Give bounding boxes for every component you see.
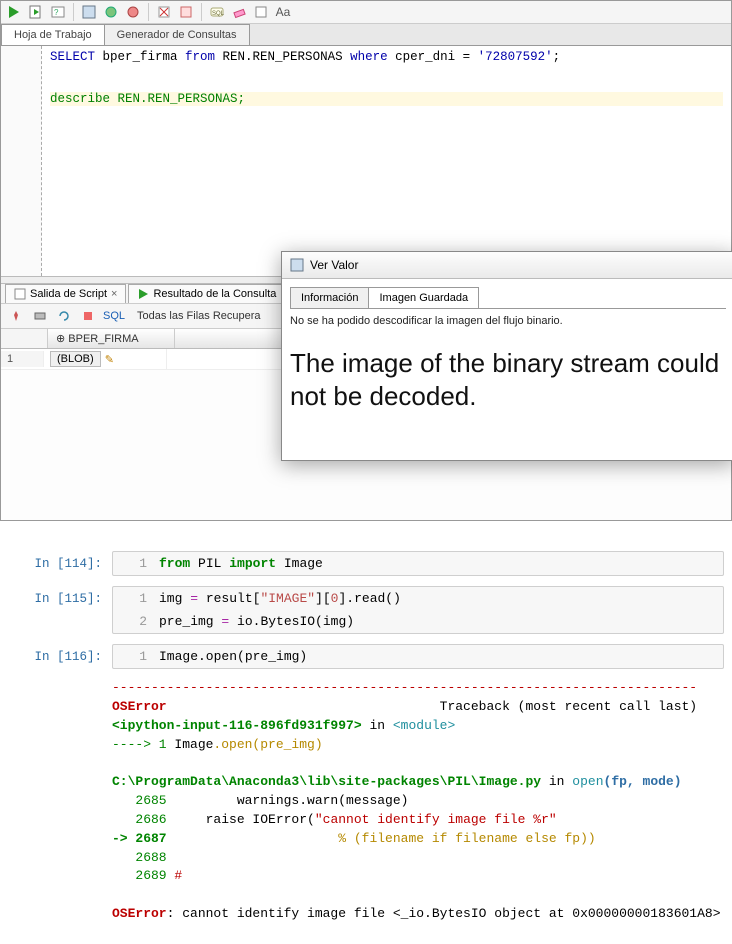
sql-toolbar: ? SQL Aa: [1, 1, 731, 24]
source-line[interactable]: img = result["IMAGE"][0].read(): [153, 587, 407, 610]
tab-script-output[interactable]: Salida de Script ×: [5, 284, 126, 303]
script-icon: [14, 288, 26, 300]
tab-saved-image[interactable]: Imagen Guardada: [368, 287, 479, 308]
print-icon[interactable]: [31, 307, 49, 325]
commit-icon[interactable]: [102, 3, 120, 21]
code-cell[interactable]: In [114]:1from PIL import Image: [8, 551, 724, 576]
view-value-dialog: Ver Valor Información Imagen Guardada No…: [281, 251, 732, 461]
decode-error-status: No se ha podido descodificar la imagen d…: [290, 315, 726, 327]
column-header[interactable]: ⊕ BPER_FIRMA: [48, 329, 175, 348]
eraser-icon[interactable]: [230, 3, 248, 21]
source-line[interactable]: Image.open(pre_img): [153, 645, 313, 668]
close-icon[interactable]: ×: [111, 288, 117, 300]
code-cell[interactable]: In [115]:1img = result["IMAGE"][0].read(…: [8, 586, 724, 634]
jupyter-notebook: In [114]:1from PIL import ImageIn [115]:…: [0, 541, 732, 944]
refresh-icon[interactable]: [55, 307, 73, 325]
unshared-icon[interactable]: [177, 3, 195, 21]
tab-label: Resultado de la Consulta: [153, 288, 276, 300]
out-prompt: [8, 679, 112, 924]
sql-developer-window: ? SQL Aa Hoja de Trabajo Generador de Co…: [0, 0, 732, 521]
clear-icon[interactable]: [155, 3, 173, 21]
pin-icon[interactable]: [7, 307, 25, 325]
sql-code[interactable]: SELECT bper_firma from REN.REN_PERSONAS …: [42, 46, 731, 276]
line-number: 1: [113, 552, 153, 575]
sql-label[interactable]: SQL: [103, 310, 125, 322]
in-prompt: In [114]:: [8, 551, 112, 576]
explain-plan-icon[interactable]: ?: [49, 3, 67, 21]
tab-query-builder[interactable]: Generador de Consultas: [104, 24, 250, 45]
row-number: 1: [1, 351, 44, 367]
tab-info[interactable]: Información: [290, 287, 369, 308]
worksheet-icon[interactable]: [252, 3, 270, 21]
cell-body[interactable]: 1from PIL import Image: [112, 551, 724, 576]
code-cell[interactable]: In [116]:1Image.open(pre_img): [8, 644, 724, 669]
traceback: ----------------------------------------…: [112, 679, 724, 924]
editor-tabstrip: Hoja de Trabajo Generador de Consultas: [1, 24, 731, 46]
source-line[interactable]: from PIL import Image: [153, 552, 329, 575]
edit-icon[interactable]: ✎: [105, 353, 114, 366]
rollback-icon[interactable]: [124, 3, 142, 21]
dialog-body: Información Imagen Guardada No se ha pod…: [282, 279, 732, 460]
dialog-titlebar[interactable]: Ver Valor: [282, 252, 732, 279]
traceback-cell: ----------------------------------------…: [8, 679, 724, 924]
tab-query-result[interactable]: Resultado de la Consulta: [128, 284, 285, 303]
run-icon[interactable]: [5, 3, 23, 21]
line-number: 1: [113, 587, 153, 610]
blob-value: (BLOB): [50, 351, 101, 367]
autotrace-icon[interactable]: [80, 3, 98, 21]
rownum-header: [1, 329, 48, 348]
svg-text:?: ?: [54, 8, 59, 17]
font-icon[interactable]: Aa: [274, 3, 292, 21]
editor-gutter: [1, 46, 42, 276]
in-prompt: In [116]:: [8, 644, 112, 669]
sql-editor[interactable]: SELECT bper_firma from REN.REN_PERSONAS …: [1, 46, 731, 276]
tab-worksheet[interactable]: Hoja de Trabajo: [1, 24, 105, 45]
run-icon: [137, 288, 149, 300]
all-rows-label: Todas las Filas Recupera: [137, 310, 261, 322]
line-number: 2: [113, 610, 153, 633]
line-number: 1: [113, 645, 153, 668]
tab-label: Salida de Script: [30, 288, 107, 300]
source-line[interactable]: pre_img = io.BytesIO(img): [153, 610, 360, 633]
run-script-icon[interactable]: [27, 3, 45, 21]
cell-body[interactable]: 1img = result["IMAGE"][0].read()2pre_img…: [112, 586, 724, 634]
stop-icon[interactable]: [79, 307, 97, 325]
in-prompt: In [115]:: [8, 586, 112, 634]
sql-history-icon[interactable]: SQL: [208, 3, 226, 21]
svg-text:SQL: SQL: [212, 11, 224, 17]
dialog-icon: [290, 258, 304, 272]
dialog-tabs: Información Imagen Guardada: [290, 287, 726, 309]
dialog-title-text: Ver Valor: [310, 258, 358, 272]
blob-cell-wrapper[interactable]: (BLOB) ✎: [44, 349, 167, 369]
cell-body[interactable]: 1Image.open(pre_img): [112, 644, 724, 669]
decode-error-message: The image of the binary stream could not…: [290, 337, 726, 452]
